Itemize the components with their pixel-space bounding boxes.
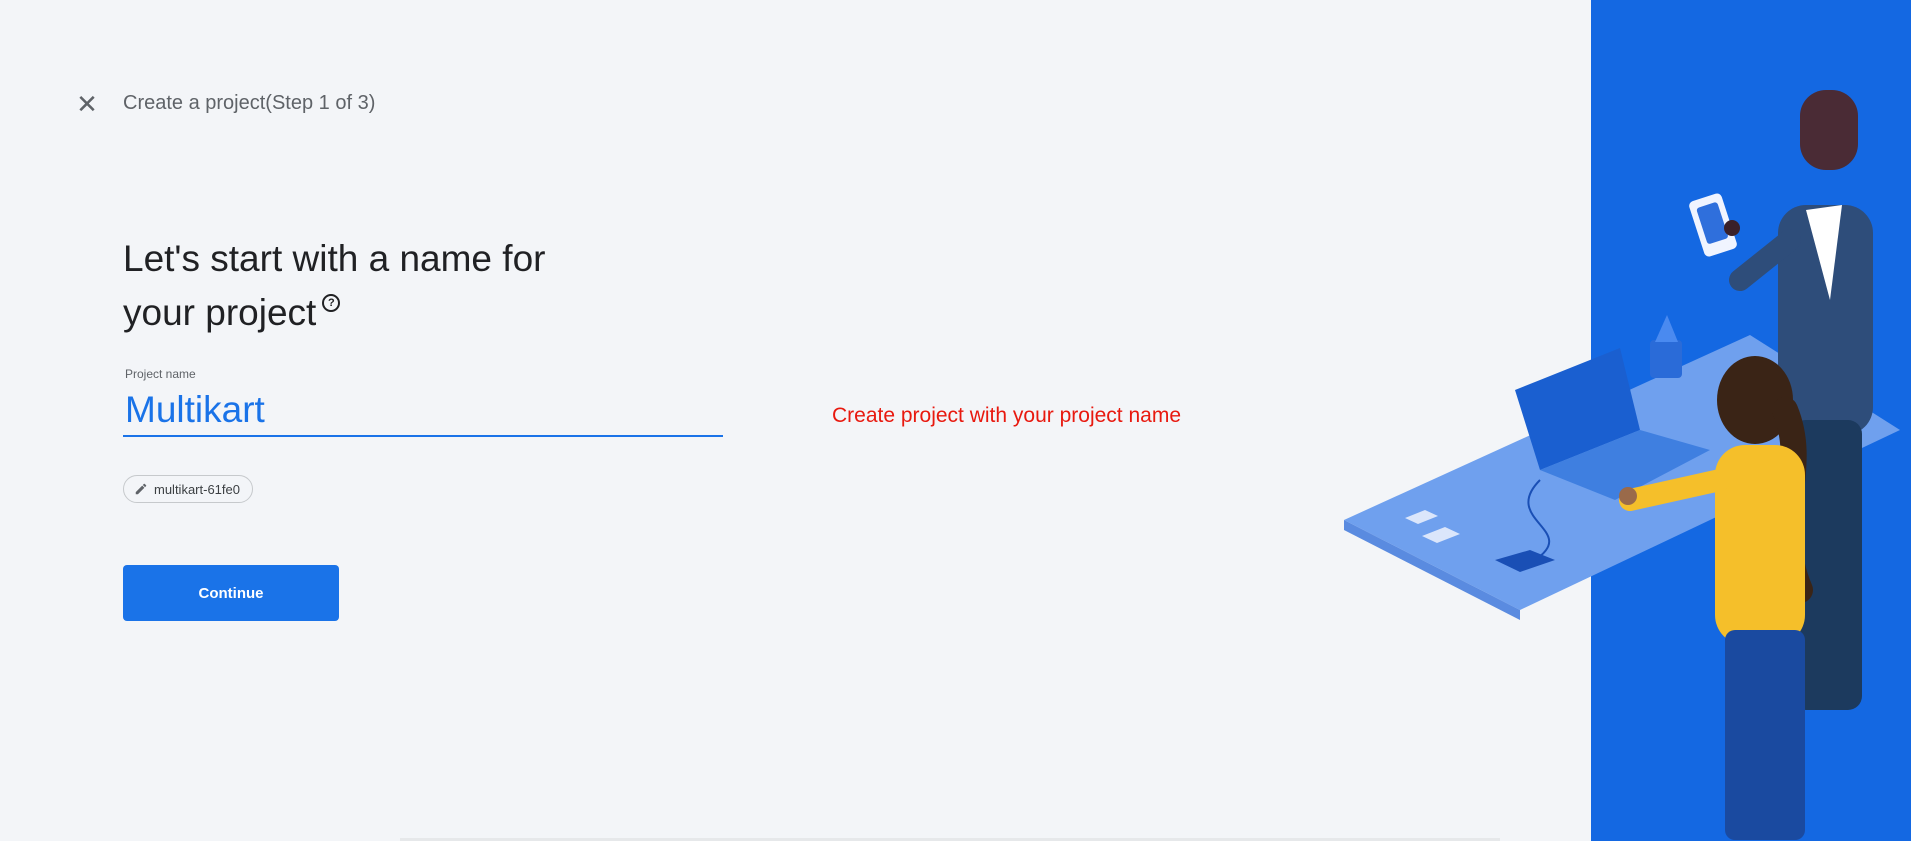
project-illustration — [1344, 90, 1900, 840]
heading-line-1: Let's start with a name for — [123, 238, 546, 279]
project-id-chip[interactable]: multikart-61fe0 — [123, 475, 253, 503]
project-name-label: Project name — [125, 367, 196, 381]
help-circle-icon[interactable]: ? — [322, 293, 341, 312]
page-heading: Let's start with a name for your project… — [123, 232, 643, 340]
heading-line-2: your project — [123, 292, 317, 333]
pencil-icon — [135, 483, 147, 495]
annotation-text: Create project with your project name — [832, 404, 1181, 427]
project-name-input[interactable] — [123, 385, 723, 437]
continue-button[interactable]: Continue — [123, 565, 339, 621]
project-id-text: multikart-61fe0 — [154, 481, 240, 497]
close-icon[interactable]: ✕ — [70, 90, 104, 118]
step-title: Create a project(Step 1 of 3) — [123, 92, 376, 114]
